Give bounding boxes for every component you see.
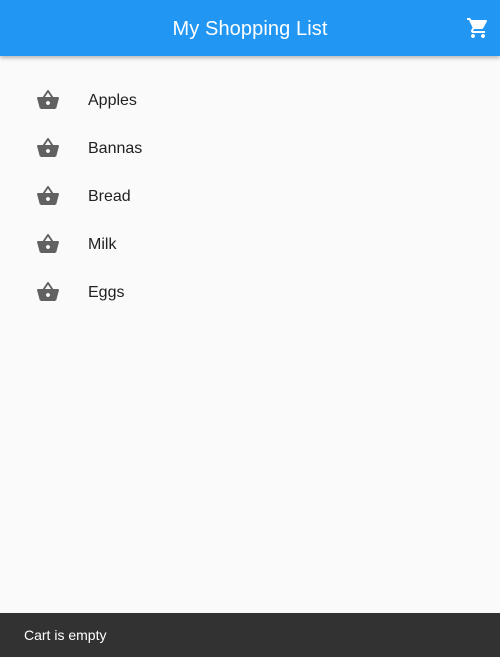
list-item[interactable]: Milk — [0, 220, 500, 268]
item-label: Apples — [88, 92, 137, 109]
shopping-basket-icon — [36, 280, 60, 304]
shopping-cart-icon — [466, 16, 490, 40]
shopping-basket-icon — [36, 136, 60, 160]
snackbar: Cart is empty — [0, 613, 500, 657]
list-item[interactable]: Eggs — [0, 268, 500, 316]
list-item[interactable]: Bannas — [0, 124, 500, 172]
cart-button[interactable] — [460, 10, 496, 46]
app-bar: My Shopping List — [0, 0, 500, 56]
shopping-basket-icon — [36, 184, 60, 208]
item-label: Bannas — [88, 140, 143, 157]
list-item[interactable]: Apples — [0, 76, 500, 124]
item-label: Bread — [88, 188, 131, 205]
shopping-basket-icon — [36, 88, 60, 112]
list-item[interactable]: Bread — [0, 172, 500, 220]
shopping-basket-icon — [36, 232, 60, 256]
shopping-list: Apples Bannas Bread Milk Eggs — [0, 76, 500, 316]
item-label: Milk — [88, 236, 117, 253]
item-label: Eggs — [88, 284, 125, 301]
page-title: My Shopping List — [172, 18, 328, 40]
snackbar-message: Cart is empty — [24, 627, 107, 643]
